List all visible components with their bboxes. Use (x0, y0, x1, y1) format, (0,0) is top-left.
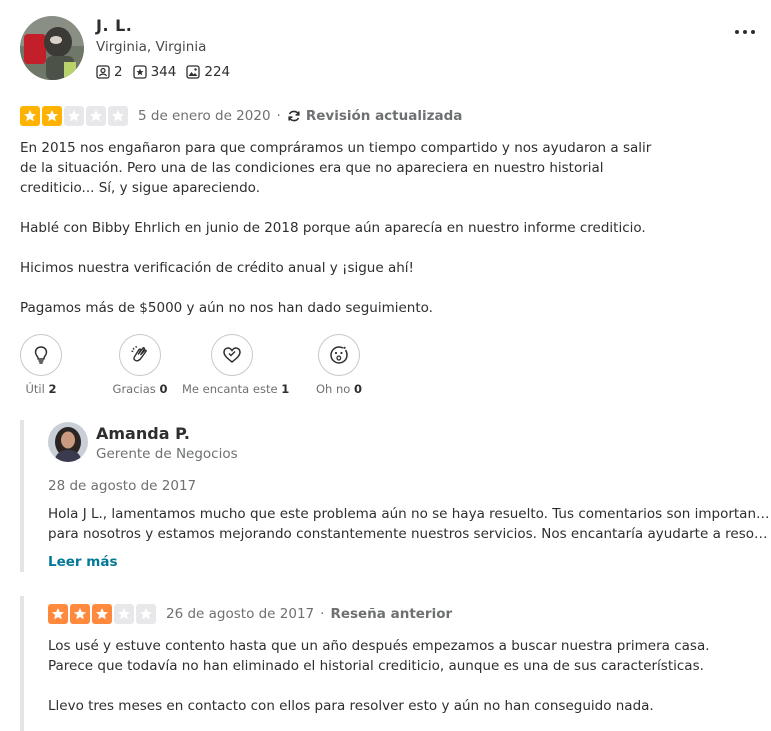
owner-avatar[interactable] (48, 422, 88, 462)
owner-photo (48, 422, 88, 462)
photos-stat: 224 (186, 64, 230, 80)
review-paragraph: Hicimos nuestra verificación de crédito … (20, 260, 414, 276)
reaction-thanks-button[interactable] (119, 334, 161, 376)
owner-response-date: 28 de agosto de 2017 (48, 478, 197, 494)
reaction-useful-button[interactable] (20, 334, 62, 376)
reaction-thanks-count: 0 (159, 382, 168, 396)
star-icon (136, 604, 156, 624)
reaction-love-label: Me encanta este 1 (182, 382, 290, 396)
previous-review-paragraph: Llevo tres meses en contacto con ellos p… (48, 698, 654, 714)
reviewer-photo (20, 16, 84, 80)
previous-review-body: Los usé y estuve contento hasta que un a… (48, 636, 748, 731)
separator-dot: · (320, 606, 325, 622)
reaction-useful-label: Útil 2 (25, 382, 57, 396)
reaction-thanks-label: Gracias 0 (112, 382, 168, 396)
previous-review-date: 26 de agosto de 2017 (166, 606, 315, 622)
read-more-link[interactable]: Leer más (48, 554, 117, 570)
refresh-icon (288, 110, 300, 122)
owner-response: Amanda P. Gerente de Negocios 28 de agos… (20, 420, 771, 572)
star-icon (20, 106, 40, 126)
review-star-icon (132, 65, 147, 79)
reaction-oh-no[interactable]: Oh no 0 (312, 334, 366, 396)
friends-stat: 2 (96, 64, 123, 80)
reviews-stat: 344 (132, 64, 177, 80)
photo-icon (186, 65, 201, 79)
reaction-oh-no-button[interactable] (318, 334, 360, 376)
reaction-oh-no-count: 0 (353, 382, 362, 396)
reaction-useful-count: 2 (48, 382, 57, 396)
review-rating-row: 5 de enero de 2020 · Revisión actualizad… (20, 106, 462, 126)
star-icon (42, 106, 62, 126)
reaction-love-count: 1 (281, 382, 290, 396)
reviewer-location: Virginia, Virginia (96, 39, 207, 55)
owner-response-text: Hola J L., lamentamos mucho que este pro… (48, 504, 770, 544)
photos-count: 224 (204, 64, 231, 80)
cookie-oh-no-icon (330, 346, 348, 364)
star-icon (48, 604, 68, 624)
heart-icon (223, 347, 241, 363)
previous-review: 26 de agosto de 2017 · Reseña anterior L… (20, 596, 771, 731)
updated-review-label: Revisión actualizada (287, 108, 463, 124)
reaction-useful[interactable]: Útil 2 (20, 334, 62, 396)
star-icon (70, 604, 90, 624)
reaction-bar: Útil 2 Gracias 0 Me encanta este 1 Oh no… (20, 334, 380, 398)
review-star-rating (20, 106, 130, 126)
previous-review-paragraph: Los usé y estuve contento hasta que un a… (48, 638, 710, 674)
reviewer-avatar[interactable] (20, 16, 84, 80)
reaction-oh-no-label: Oh no 0 (316, 382, 362, 396)
owner-response-line: Hola J L., lamentamos mucho que este pro… (48, 506, 770, 522)
lightbulb-icon (34, 346, 48, 364)
separator-dot: · (276, 108, 281, 124)
reaction-love-button[interactable] (211, 334, 253, 376)
ellipsis-icon (735, 30, 755, 34)
star-icon (86, 106, 106, 126)
clapping-hands-icon (131, 345, 147, 362)
review-paragraph: En 2015 nos engañaron para que compráram… (20, 140, 652, 196)
previous-review-rating-row: 26 de agosto de 2017 · Reseña anterior (48, 604, 452, 624)
more-options-icon[interactable] (733, 24, 757, 44)
owner-response-line: para nosotros y estamos mejorando consta… (48, 526, 770, 542)
reaction-thanks[interactable]: Gracias 0 (94, 334, 186, 396)
friends-icon (96, 65, 110, 79)
star-icon (108, 106, 128, 126)
review-paragraph: Hablé con Bibby Ehrlich en junio de 2018… (20, 220, 646, 236)
owner-name[interactable]: Amanda P. (96, 424, 190, 443)
previous-review-star-rating (48, 604, 158, 624)
reviewer-stats: 2 344 224 (96, 64, 240, 80)
star-icon (92, 604, 112, 624)
owner-role: Gerente de Negocios (96, 446, 238, 462)
previous-review-label: Reseña anterior (330, 606, 453, 622)
friends-count: 2 (114, 64, 123, 80)
updated-review-text: Revisión actualizada (305, 108, 463, 124)
reaction-love[interactable]: Me encanta este 1 (182, 334, 290, 396)
review-body: En 2015 nos engañaron para que compráram… (20, 138, 670, 338)
reviews-count: 344 (150, 64, 177, 80)
reviewer-name[interactable]: J. L. (96, 16, 132, 35)
star-icon (64, 106, 84, 126)
review-date: 5 de enero de 2020 (138, 108, 271, 124)
star-icon (114, 604, 134, 624)
review-paragraph: Pagamos más de $5000 y aún no nos han da… (20, 300, 433, 316)
